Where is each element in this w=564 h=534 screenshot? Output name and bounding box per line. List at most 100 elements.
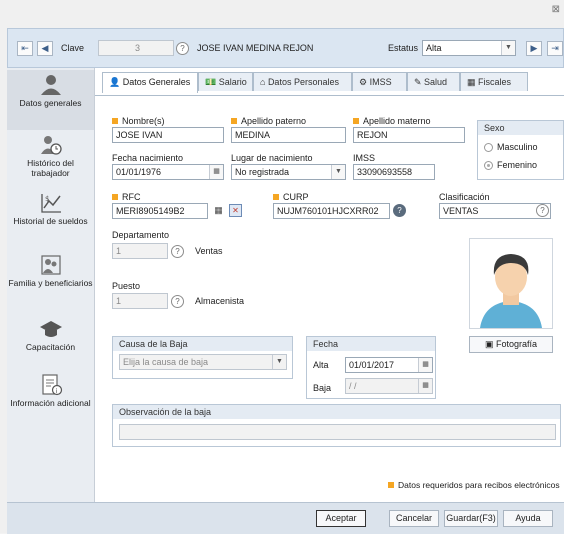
tab-label: Datos Personales xyxy=(267,77,339,87)
tab-imss[interactable]: ⚙ IMSS xyxy=(352,72,407,91)
lugar-select[interactable]: No registrada ▼ xyxy=(231,164,346,180)
sexo-masculino-radio[interactable] xyxy=(484,143,493,152)
grid-generate-icon[interactable]: ▦ xyxy=(212,204,225,217)
clasificacion-label: Clasificación xyxy=(439,192,490,202)
chevron-down-icon[interactable]: ▼ xyxy=(331,165,345,179)
paterno-input[interactable]: MEDINA xyxy=(231,127,346,143)
departamento-help-icon[interactable]: ? xyxy=(171,245,184,258)
materno-label: Apellido materno xyxy=(353,116,431,126)
tab-label: Datos Generales xyxy=(122,77,191,87)
rfc-input[interactable]: MERI8905149B2 xyxy=(112,203,208,219)
sidebar-item-label: Capacitación xyxy=(25,342,76,352)
required-marker xyxy=(353,117,359,124)
sidebar-item-historico[interactable]: Histórico del trabajador xyxy=(7,134,94,184)
required-marker xyxy=(112,193,118,200)
clave-input[interactable]: 3 xyxy=(98,40,174,56)
picture-icon: ▣ xyxy=(484,339,496,349)
info-document-icon: i xyxy=(41,374,62,396)
estatus-value: Alta xyxy=(426,43,442,53)
causa-baja-select[interactable]: Elija la causa de baja ▼ xyxy=(119,354,287,370)
tab-datos-personales[interactable]: ⌂ Datos Personales xyxy=(253,72,352,91)
puesto-input[interactable]: 1 xyxy=(112,293,168,309)
sexo-masculino-label: Masculino xyxy=(497,142,538,152)
family-icon xyxy=(40,255,61,275)
estatus-select[interactable]: Alta ▼ xyxy=(422,40,516,56)
alta-label: Alta xyxy=(313,360,329,370)
curp-lookup-icon[interactable]: ? xyxy=(393,204,406,217)
tab-label: Fiscales xyxy=(478,77,512,87)
alta-date-input[interactable]: 01/01/2017 ▦ xyxy=(345,357,433,373)
history-icon xyxy=(40,136,62,155)
observacion-title: Observación de la baja xyxy=(113,405,560,419)
main-content: 👤 Datos Generales 💵 Salario ⌂ Datos Pers… xyxy=(95,68,564,502)
svg-text:$: $ xyxy=(45,195,49,203)
required-note: Datos requeridos para recibos electrónic… xyxy=(388,480,560,490)
first-record-button[interactable]: ⇤ xyxy=(17,41,33,56)
clave-label: Clave xyxy=(61,43,85,53)
imss-label: IMSS xyxy=(353,153,376,163)
sexo-femenino-radio[interactable] xyxy=(484,161,493,170)
curp-label: CURP xyxy=(273,192,309,202)
fotografia-button-label: Fotografía xyxy=(495,339,538,349)
employee-photo xyxy=(469,238,553,329)
guardar-button[interactable]: Guardar(F3) xyxy=(444,510,498,527)
money-icon: 💵 xyxy=(205,77,219,87)
salary-chart-icon: $ xyxy=(40,194,61,213)
puesto-help-icon[interactable]: ? xyxy=(171,295,184,308)
sidebar-item-familia[interactable]: Familia y beneficiarios xyxy=(7,254,94,304)
nombre-input[interactable]: JOSE IVAN xyxy=(112,127,224,143)
imss-icon: ⚙ xyxy=(359,77,370,87)
ayuda-button[interactable]: Ayuda xyxy=(503,510,553,527)
sidebar-item-datos-generales[interactable]: Datos generales xyxy=(7,70,94,130)
clave-help-icon[interactable]: ? xyxy=(176,42,189,55)
required-note-text: Datos requeridos para recibos electrónic… xyxy=(398,480,560,490)
fecha-group: Fecha Alta 01/01/2017 ▦ Baja / / ▦ xyxy=(306,336,436,399)
action-bar: Aceptar Cancelar Guardar(F3) Ayuda xyxy=(7,502,564,534)
clasificacion-input[interactable]: VENTAS xyxy=(439,203,551,219)
next-record-button[interactable]: ▶ xyxy=(526,41,542,56)
person-icon xyxy=(40,75,61,95)
cancelar-button[interactable]: Cancelar xyxy=(389,510,439,527)
sidebar-item-historial-sueldos[interactable]: $ Historial de sueldos xyxy=(7,192,94,242)
chevron-down-icon[interactable]: ▼ xyxy=(272,355,286,369)
sidebar: Datos generales Histórico del trabajador… xyxy=(7,68,95,502)
tab-salario[interactable]: 💵 Salario xyxy=(198,72,253,91)
lugar-label: Lugar de nacimiento xyxy=(231,153,313,163)
rfc-label-text: RFC xyxy=(122,192,141,202)
chevron-down-icon[interactable]: ▼ xyxy=(501,41,515,55)
imss-input[interactable]: 33090693558 xyxy=(353,164,435,180)
clasificacion-help-icon[interactable]: ? xyxy=(536,204,549,217)
fotografia-button[interactable]: ▣ Fotografía xyxy=(469,336,553,353)
previous-record-button[interactable]: ◀ xyxy=(37,41,53,56)
sidebar-item-capacitacion[interactable]: Capacitación xyxy=(7,318,94,358)
calendar-icon[interactable]: ▦ xyxy=(418,358,432,372)
employee-name: JOSE IVAN MEDINA REJON xyxy=(197,43,314,53)
graduation-cap-icon xyxy=(39,321,62,337)
materno-input[interactable]: REJON xyxy=(353,127,465,143)
tab-salud[interactable]: ✎ Salud xyxy=(407,72,460,91)
validate-rfc-icon[interactable]: ✕ xyxy=(229,204,242,217)
departamento-input[interactable]: 1 xyxy=(112,243,168,259)
tab-datos-generales[interactable]: 👤 Datos Generales xyxy=(102,72,198,93)
close-icon[interactable]: ⊠ xyxy=(552,4,560,15)
sexo-group: Sexo Masculino Femenino xyxy=(477,120,564,180)
observacion-input[interactable] xyxy=(119,424,556,440)
baja-date-input[interactable]: / / ▦ xyxy=(345,378,433,394)
nombre-label-text: Nombre(s) xyxy=(122,116,165,126)
tab-fiscales[interactable]: ▦ Fiscales xyxy=(460,72,528,91)
calendar-icon[interactable]: ▦ xyxy=(209,165,223,179)
aceptar-button[interactable]: Aceptar xyxy=(316,510,366,527)
tab-bar: 👤 Datos Generales 💵 Salario ⌂ Datos Pers… xyxy=(95,72,564,96)
puesto-name: Almacenista xyxy=(195,296,245,306)
calendar-icon[interactable]: ▦ xyxy=(418,379,432,393)
last-record-button[interactable]: ⇥ xyxy=(547,41,563,56)
sexo-title: Sexo xyxy=(478,121,563,135)
paterno-label-text: Apellido paterno xyxy=(241,116,307,126)
record-navigation-bar: ⇤ ◀ Clave 3 ? JOSE IVAN MEDINA REJON Est… xyxy=(7,28,564,68)
materno-label-text: Apellido materno xyxy=(363,116,431,126)
fecha-nac-input[interactable]: 01/01/1976 ▦ xyxy=(112,164,224,180)
employee-window: ⊠ ⇤ ◀ Clave 3 ? JOSE IVAN MEDINA REJON E… xyxy=(0,0,564,534)
baja-date-value: / / xyxy=(349,381,357,391)
curp-input[interactable]: NUJM760101HJCXRR02 xyxy=(273,203,390,219)
sidebar-item-informacion-adicional[interactable]: i Información adicional xyxy=(7,374,94,430)
